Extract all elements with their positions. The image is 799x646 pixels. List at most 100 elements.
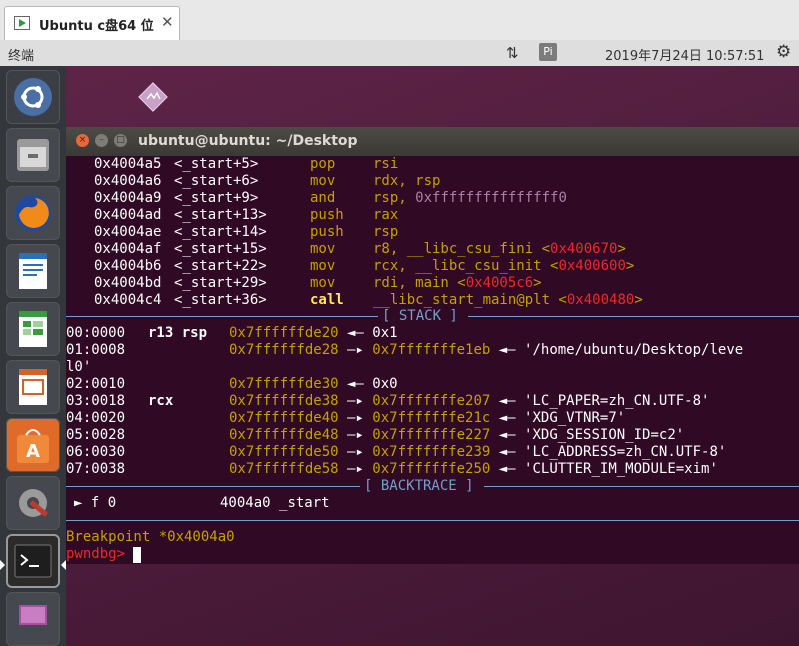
terminal-window[interactable]: × – □ ubuntu@ubuntu: ~/Desktop 0x4004a5 <… (66, 127, 799, 564)
software-center-icon[interactable]: A (6, 418, 60, 472)
stack-value-part: l0' (66, 359, 92, 375)
network-icon[interactable]: ⇅ (506, 44, 519, 62)
stack-index: 02:0010 (66, 376, 126, 392)
vm-tab-title: Ubuntu c盘64 位 (39, 19, 154, 34)
vm-icon (14, 16, 30, 30)
stack-address: 0x7ffffffde28 (229, 342, 339, 358)
frame-address: 4004a0 (220, 495, 271, 511)
disasm-address: 0x4004a6 (94, 173, 162, 189)
disasm-address: 0x4004c4 (94, 292, 162, 308)
stack-value-part: —▸ (338, 342, 373, 358)
writer-icon[interactable] (6, 244, 60, 298)
operand-part: rdx, rsp (373, 173, 441, 189)
stack-value: —▸ 0x7fffffffe239 ◄— 'LC_ADDRESS=zh_CN.U… (338, 444, 727, 461)
disasm-address: 0x4004ad (94, 207, 162, 223)
operand-part: 0x400670 (550, 241, 618, 257)
disasm-address: 0x4004bd (94, 275, 162, 291)
impress-icon[interactable] (6, 360, 60, 414)
prompt-line[interactable]: pwndbg> (66, 546, 142, 563)
disasm-operands: rax (373, 207, 398, 224)
disasm-address: 0x4004ae (94, 224, 162, 240)
operand-part: rax (373, 207, 399, 223)
stack-address: 0x7ffffffde58 (229, 461, 339, 477)
stack-value-part: —▸ (338, 444, 373, 460)
stack-index: 00:0000 (66, 325, 126, 341)
stack-value-part: ◄— '/home/ubuntu/Desktop/leve (490, 342, 744, 358)
stack-value-part: 0x7fffffffe239 (372, 444, 491, 460)
stack-value-part: 0x7fffffffe207 (372, 393, 491, 409)
operand-part: rdi, main < (373, 275, 466, 291)
disasm-address: 0x4004a5 (94, 156, 162, 172)
stack-value-part: ◄— 'XDG_VTNR=7' (490, 410, 626, 426)
desktop-file-icon[interactable] (136, 80, 170, 114)
stack-value-part: ◄— 'XDG_SESSION_ID=c2' (490, 427, 685, 443)
disasm-symbol: <_start+22> (174, 258, 267, 274)
disasm-opcode: pop (310, 156, 336, 172)
disasm-operands: rsp, 0xfffffffffffffff0 (373, 190, 567, 207)
stack-index: 07:0038 (66, 461, 126, 477)
stack-value-part: ◄— 'CLUTTER_IM_MODULE=xim' (490, 461, 718, 477)
system-settings-icon[interactable] (6, 476, 60, 530)
operand-part: rcx, __libc_csu_init < (373, 258, 559, 274)
disasm-opcode: mov (310, 275, 336, 291)
firefox-icon[interactable] (6, 186, 60, 240)
operand-part: rsp, (373, 190, 416, 206)
frame-number: f 0 (90, 495, 117, 511)
operand-part: 0x4005c6 (465, 275, 534, 291)
settings-gear-icon[interactable]: ⚙ (776, 42, 791, 62)
disasm-operands: rsi (373, 156, 398, 173)
stack-index: 05:0028 (66, 427, 126, 443)
disasm-operands: rdi, main <0x4005c6> (373, 275, 542, 292)
disasm-address: 0x4004af (94, 241, 162, 257)
stack-address: 0x7ffffffde30 (229, 376, 339, 392)
stack-value: l0' (66, 359, 91, 376)
minimize-window-icon[interactable]: – (95, 134, 108, 147)
input-method-icon[interactable]: Pi (539, 43, 557, 61)
terminal-titlebar[interactable]: × – □ ubuntu@ubuntu: ~/Desktop (66, 127, 799, 156)
operand-part: 0x400600 (558, 258, 626, 274)
calc-icon[interactable] (6, 302, 60, 356)
backtrace-location: 4004a0 _start (220, 495, 330, 512)
vm-tab[interactable]: Ubuntu c盘64 位 ✕ (4, 6, 180, 40)
close-icon[interactable]: ✕ (161, 13, 174, 31)
stack-value-part: —▸ (338, 461, 373, 477)
disasm-address: 0x4004b6 (94, 258, 162, 274)
disasm-operands: __libc_start_main@plt <0x400480> (373, 292, 643, 309)
active-app-name: 终端 (8, 49, 35, 64)
ubuntu-logo-icon[interactable] (6, 70, 60, 124)
disasm-opcode: call (310, 292, 344, 308)
stack-value: ◄— 0x0 (339, 376, 398, 393)
maximize-window-icon[interactable]: □ (114, 134, 127, 147)
operand-part: > (625, 258, 635, 274)
stack-index: 03:0018 (66, 393, 126, 409)
operand-part: > (617, 241, 626, 257)
disasm-symbol: <_start+36> (174, 292, 267, 308)
disasm-operands: rcx, __libc_csu_init <0x400600> (373, 258, 634, 275)
stack-value: —▸ 0x7fffffffe1eb ◄— '/home/ubuntu/Deskt… (338, 342, 744, 359)
disasm-symbol: <_start+14> (174, 224, 267, 240)
stack-value-part: —▸ (338, 393, 373, 409)
disasm-operands: r8, __libc_csu_fini <0x400670> (373, 241, 626, 258)
files-icon[interactable] (6, 128, 60, 182)
close-window-icon[interactable]: × (76, 134, 89, 147)
operand-part: > (533, 275, 542, 291)
workspace-switcher-icon[interactable] (6, 592, 60, 646)
desktop-background (66, 564, 799, 646)
stack-index: 01:0008 (66, 342, 126, 358)
stack-value-part: ◄— 0x0 (338, 376, 398, 392)
stack-value-part: ◄— 'LC_ADDRESS=zh_CN.UTF-8' (490, 444, 727, 460)
stack-registers: rcx (148, 393, 174, 409)
disasm-operands: rdx, rsp (373, 173, 440, 190)
operand-part: r8, __libc_csu_fini < (373, 241, 551, 257)
disasm-symbol: <_start+13> (174, 207, 267, 223)
terminal-icon[interactable] (6, 534, 60, 588)
backtrace-separator: [ BACKTRACE ] (66, 478, 799, 495)
operand-part: > (634, 292, 643, 308)
stack-value-part: 0x7fffffffe227 (372, 427, 491, 443)
operand-part: 0xfffffffffffffff0 (415, 190, 567, 206)
clock[interactable]: 2019年7月24日 10:57:51 (605, 45, 764, 64)
operand-part: 0x400480 (566, 292, 635, 308)
terminal-screen[interactable]: 0x4004a5 <_start+5> pop rsi 0x4004a6 <_start+… (66, 156, 799, 564)
disasm-opcode: mov (310, 258, 336, 274)
launcher: A (0, 66, 66, 646)
